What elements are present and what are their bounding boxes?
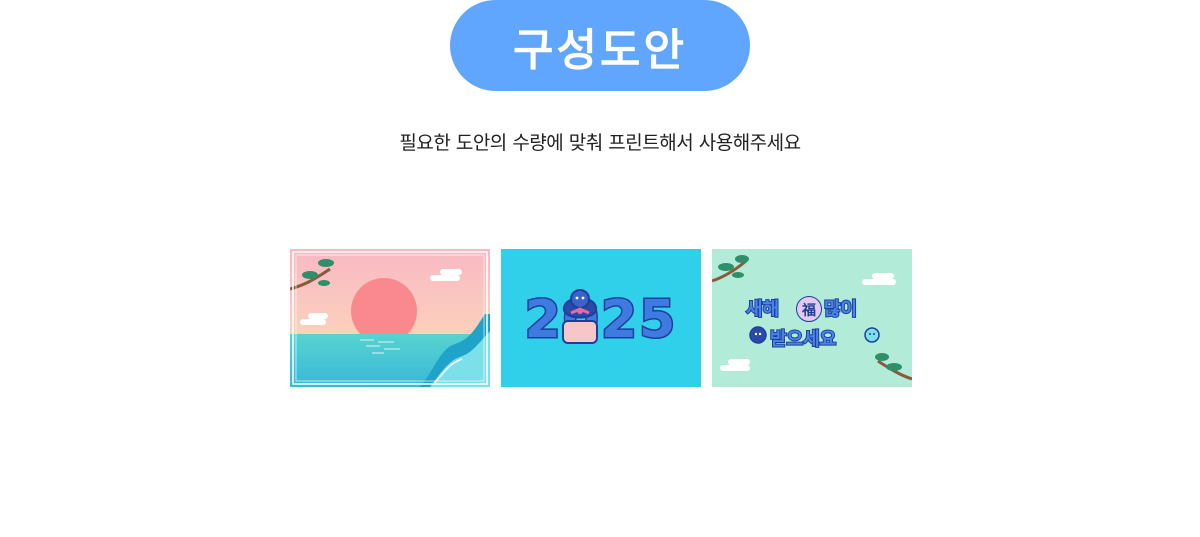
section-title-badge: 구성도안 <box>450 0 750 91</box>
year-text: 2025 <box>525 290 678 350</box>
snake-character-right-icon <box>864 327 880 343</box>
snake-character-left-icon <box>749 326 767 344</box>
sunrise-illustration <box>290 249 490 387</box>
instruction-text: 필요한 도안의 수량에 맞춰 프린트해서 사용해주세요 <box>399 132 801 154</box>
design-card-greeting[interactable]: 새해 福 많이 받으세요 <box>712 249 912 387</box>
greeting-line2: 받으세요 <box>770 329 836 350</box>
greeting-line1-end: 많이 <box>824 299 857 320</box>
section-title: 구성도안 <box>513 24 687 76</box>
design-card-2025[interactable]: 2025 <box>501 249 701 387</box>
year-2025-illustration: 2025 <box>501 249 701 387</box>
blessing-char: 福 <box>801 302 816 319</box>
design-card-sunrise[interactable] <box>290 249 490 387</box>
greeting-illustration: 새해 福 많이 받으세요 <box>712 249 912 387</box>
greeting-line1: 새해 <box>746 299 779 320</box>
